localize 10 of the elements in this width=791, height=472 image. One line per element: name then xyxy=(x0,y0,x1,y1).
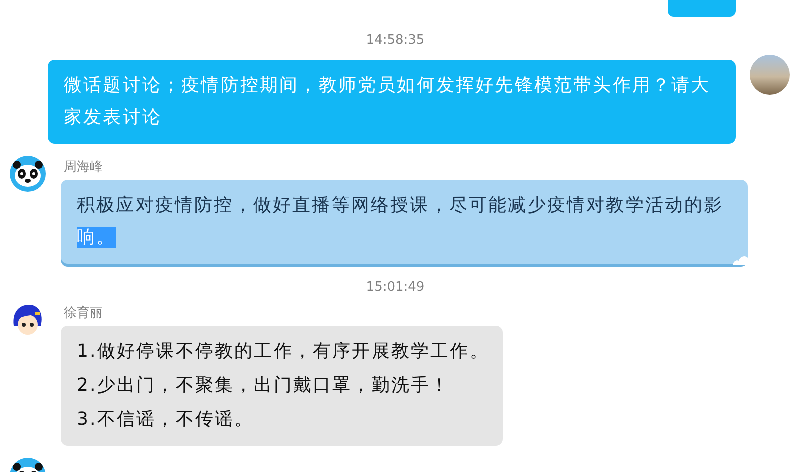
message-line: 3.不信谣，不传谣。 xyxy=(77,408,256,432)
message-line: 2.少出门，不聚集，出门戴口罩，勤洗手！ xyxy=(77,374,452,398)
sender-name: 徐育丽 xyxy=(64,306,104,322)
message-line: 1.做好停课不停教的工作，有序开展教学工作。 xyxy=(77,340,490,364)
message-text: 微话题讨论；疫情防控期间，教师党员如何发挥好先锋模范带头作用？请大家发表讨论 xyxy=(64,74,712,130)
message-text: 积极应对疫情防控，做好直播等网络授课，尽可能减少疫情对教学活动的影 响。 xyxy=(77,194,725,250)
sender-name: 周海峰 xyxy=(64,160,104,176)
selected-text: 响。 xyxy=(77,227,116,248)
timestamp: 14:58:35 xyxy=(366,33,425,49)
timestamp: 15:01:49 xyxy=(366,280,425,296)
